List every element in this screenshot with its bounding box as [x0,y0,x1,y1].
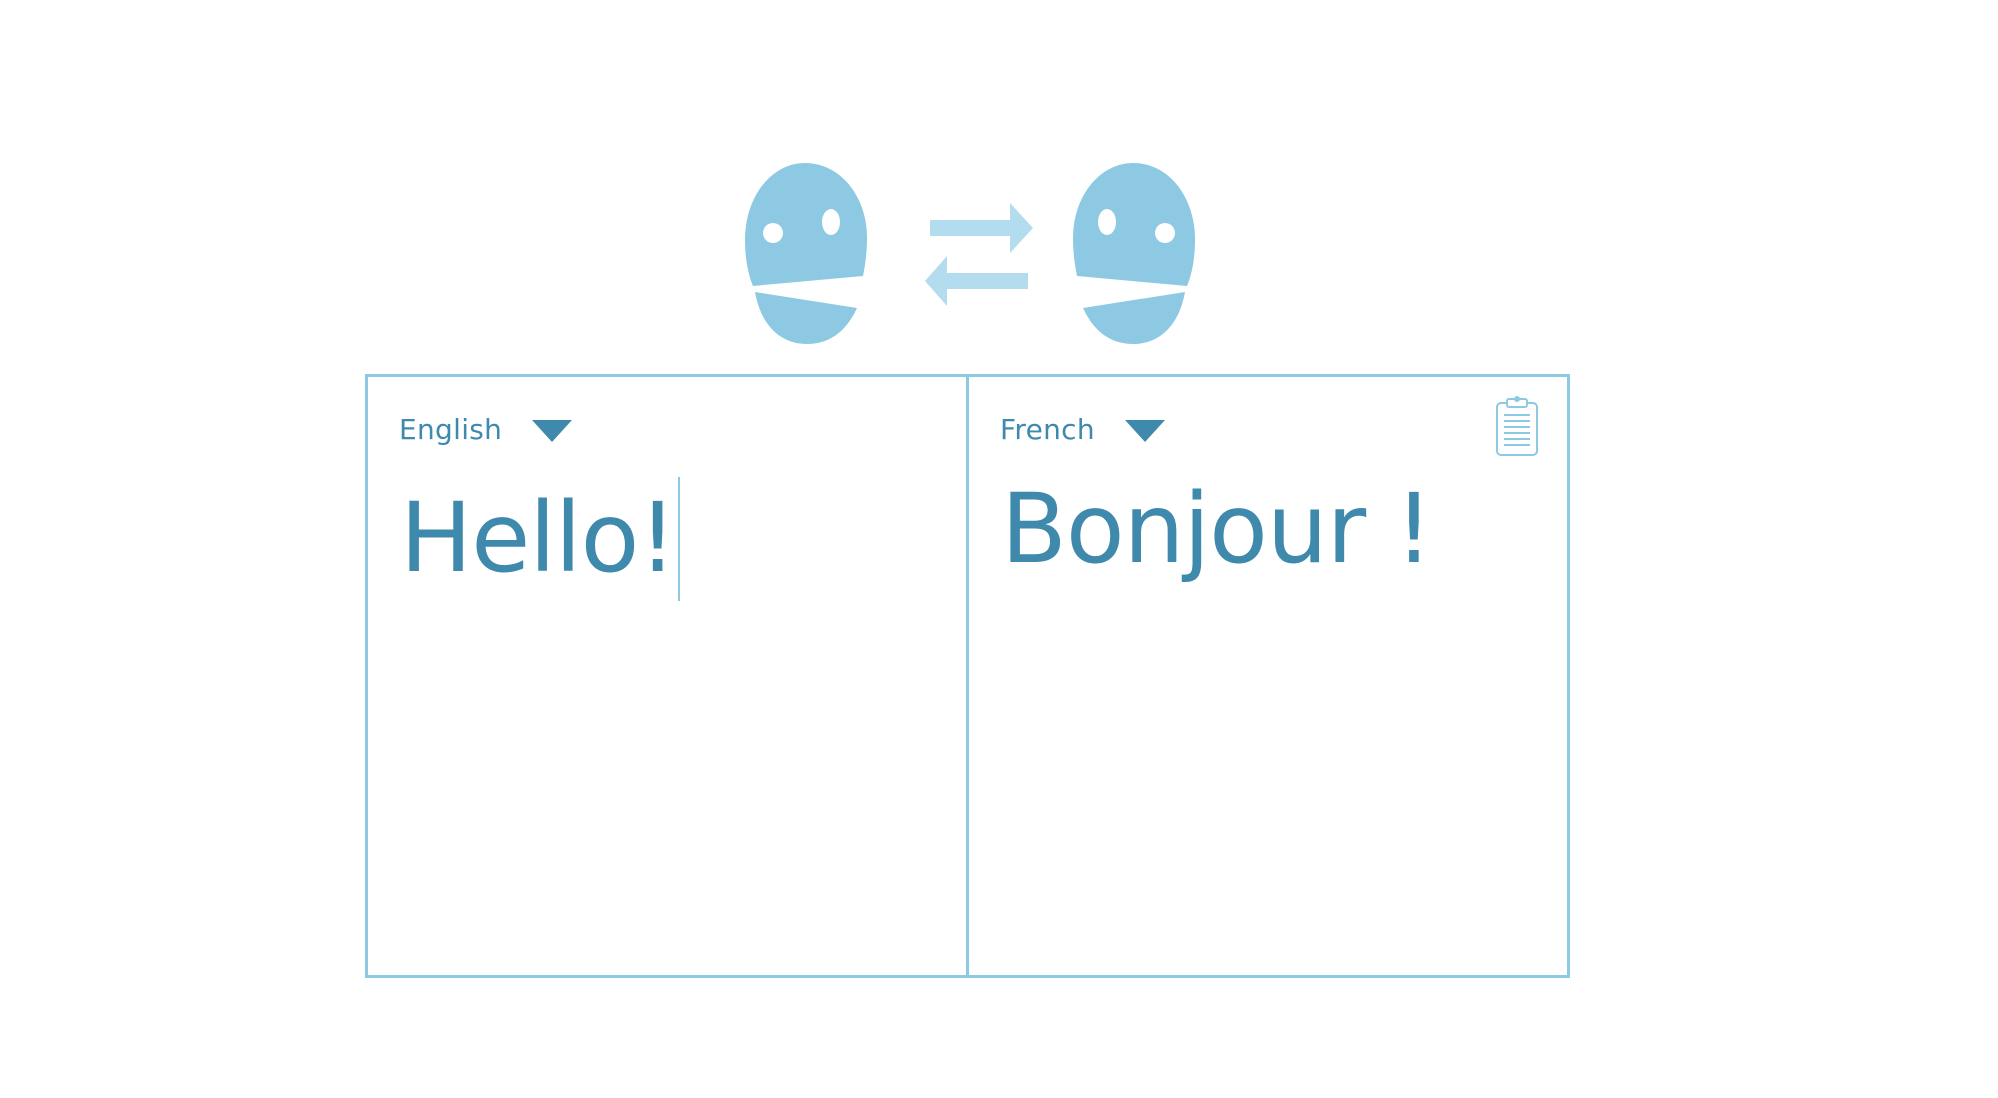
source-language-label: English [399,413,503,446]
source-language-select[interactable]: English [399,413,573,446]
target-language-select[interactable]: French [1000,413,1165,446]
chevron-down-icon[interactable] [532,419,573,442]
app-logo [745,163,1195,344]
clipboard-icon[interactable] [1495,395,1539,457]
source-text: Hello! [400,482,677,594]
left-face-icon [745,163,867,344]
source-text-input[interactable]: Hello! [400,477,936,601]
chevron-down-icon[interactable] [1124,419,1165,442]
target-text: Bonjour ! [1001,473,1433,585]
swap-arrows-icon[interactable] [925,203,1033,306]
translation-panel: English Hello! French Bonjour ! [365,374,1570,978]
right-face-icon [1073,163,1195,344]
target-language-label: French [1000,413,1095,446]
target-pane: French Bonjour ! [969,377,1567,975]
target-text-output: Bonjour ! [1001,476,1537,583]
text-cursor [677,477,680,601]
source-pane: English Hello! [368,377,969,975]
